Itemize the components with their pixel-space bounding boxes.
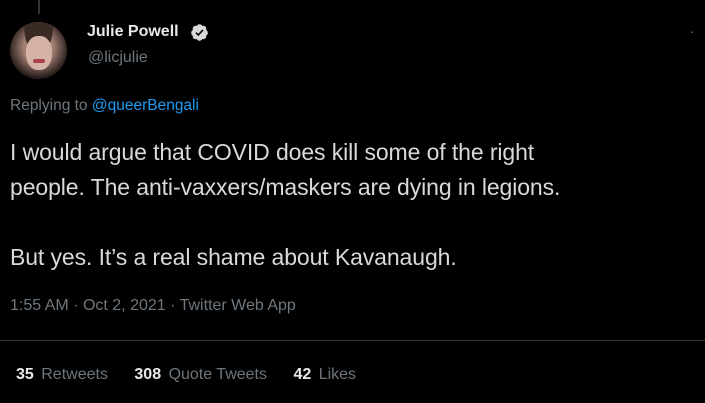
- replying-to-line: Replying to @queerBengali: [10, 97, 199, 115]
- tweet-metadata: 1:55 AM · Oct 2, 2021 · Twitter Web App: [10, 297, 296, 315]
- thread-connector-line: [38, 0, 40, 14]
- tweet-text-line: I would argue that COVID does kill some …: [10, 139, 535, 165]
- author-handle[interactable]: @licjulie: [88, 49, 148, 67]
- divider: [0, 340, 705, 341]
- tweet-date[interactable]: Oct 2, 2021: [83, 297, 166, 314]
- more-options-icon[interactable]: ·: [690, 24, 704, 38]
- quote-tweets-count: 308: [134, 366, 162, 383]
- likes-count: 42: [293, 366, 312, 383]
- engagement-stats: 35 Retweets 308 Quote Tweets 42 Likes: [16, 366, 378, 384]
- tweet-text-line: people. The anti-vaxxers/maskers are dyi…: [10, 174, 561, 200]
- tweet-text-line: But yes. It’s a real shame about Kavanau…: [10, 244, 457, 270]
- author-display-name[interactable]: Julie Powell: [87, 23, 179, 41]
- tweet-time[interactable]: 1:55 AM: [10, 297, 69, 314]
- retweets-count: 35: [16, 366, 34, 383]
- meta-separator: ·: [170, 297, 176, 314]
- verified-badge-icon: [191, 24, 208, 41]
- retweets-stat[interactable]: 35 Retweets: [16, 366, 108, 384]
- replying-to-prefix: Replying to: [10, 97, 88, 114]
- meta-separator: ·: [73, 297, 79, 314]
- likes-label: Likes: [318, 366, 357, 383]
- quote-tweets-label: Quote Tweets: [168, 366, 267, 383]
- quote-tweets-stat[interactable]: 308 Quote Tweets: [134, 366, 267, 384]
- tweet-text: I would argue that COVID does kill some …: [10, 135, 700, 275]
- retweets-label: Retweets: [41, 366, 108, 383]
- reply-mention-link[interactable]: @queerBengali: [92, 97, 199, 114]
- likes-stat[interactable]: 42 Likes: [293, 366, 356, 384]
- avatar[interactable]: [10, 22, 67, 79]
- avatar-lips: [33, 59, 45, 63]
- tweet-source[interactable]: Twitter Web App: [180, 297, 296, 314]
- avatar-face: [26, 36, 52, 70]
